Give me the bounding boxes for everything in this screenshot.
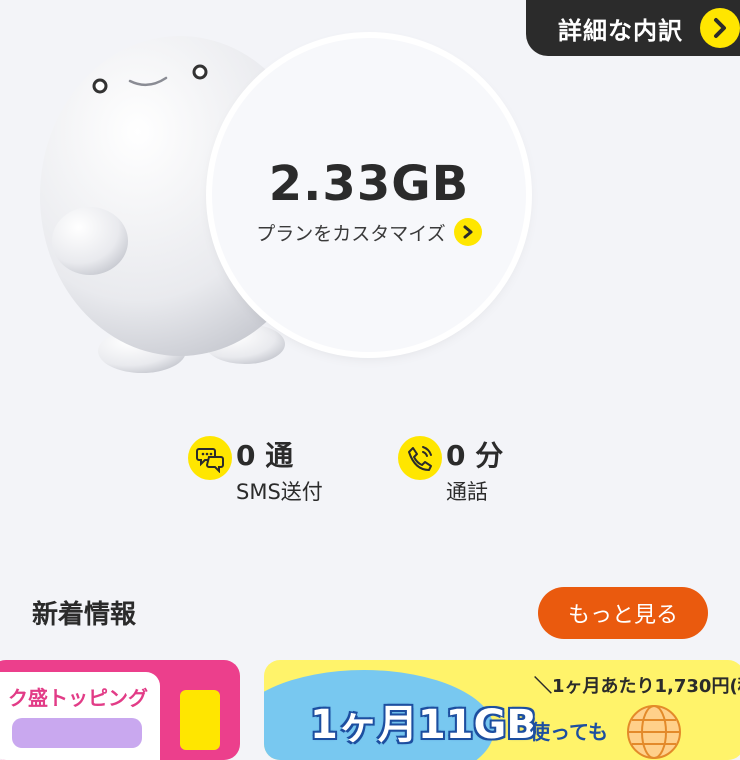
sms-label: SMS送付	[236, 480, 323, 504]
detail-breakdown-label: 詳細な内訳	[558, 16, 683, 45]
call-minutes: 0 分	[446, 439, 504, 472]
banner-headline: 1ヶ月11GB	[310, 702, 537, 748]
banner-decoration	[180, 690, 220, 750]
data-usage-circle: 2.33GB プランをカスタマイズ	[212, 38, 526, 352]
customize-plan-label: プランをカスタマイズ	[256, 222, 446, 245]
banner-headline: ク盛トッピング	[8, 686, 148, 710]
data-amount: 2.33GB	[268, 156, 470, 212]
detail-breakdown-button[interactable]: 詳細な内訳	[526, 0, 740, 56]
banner-price-note: ＼1ヶ月あたり1,730円(税込)	[534, 676, 740, 697]
chevron-right-icon	[453, 218, 482, 246]
banner-price-pill	[12, 718, 142, 748]
phone-call-icon	[398, 436, 442, 480]
call-label: 通話	[446, 480, 488, 504]
sms-chat-icon	[188, 436, 232, 480]
see-more-button[interactable]: もっと見る	[538, 587, 708, 639]
news-section-title: 新着情報	[32, 600, 137, 630]
globe-icon	[627, 705, 681, 759]
banner-subline: 使っても	[530, 720, 608, 744]
news-banner-11gb[interactable]: ＼1ヶ月あたり1,730円(税込) 1ヶ月11GB 使っても	[264, 660, 740, 760]
sms-count: 0 通	[236, 439, 294, 472]
chevron-right-icon	[700, 8, 740, 48]
news-banner-topping[interactable]: ク盛トッピング	[0, 660, 240, 760]
customize-plan-link[interactable]: プランをカスタマイズ	[212, 218, 526, 246]
